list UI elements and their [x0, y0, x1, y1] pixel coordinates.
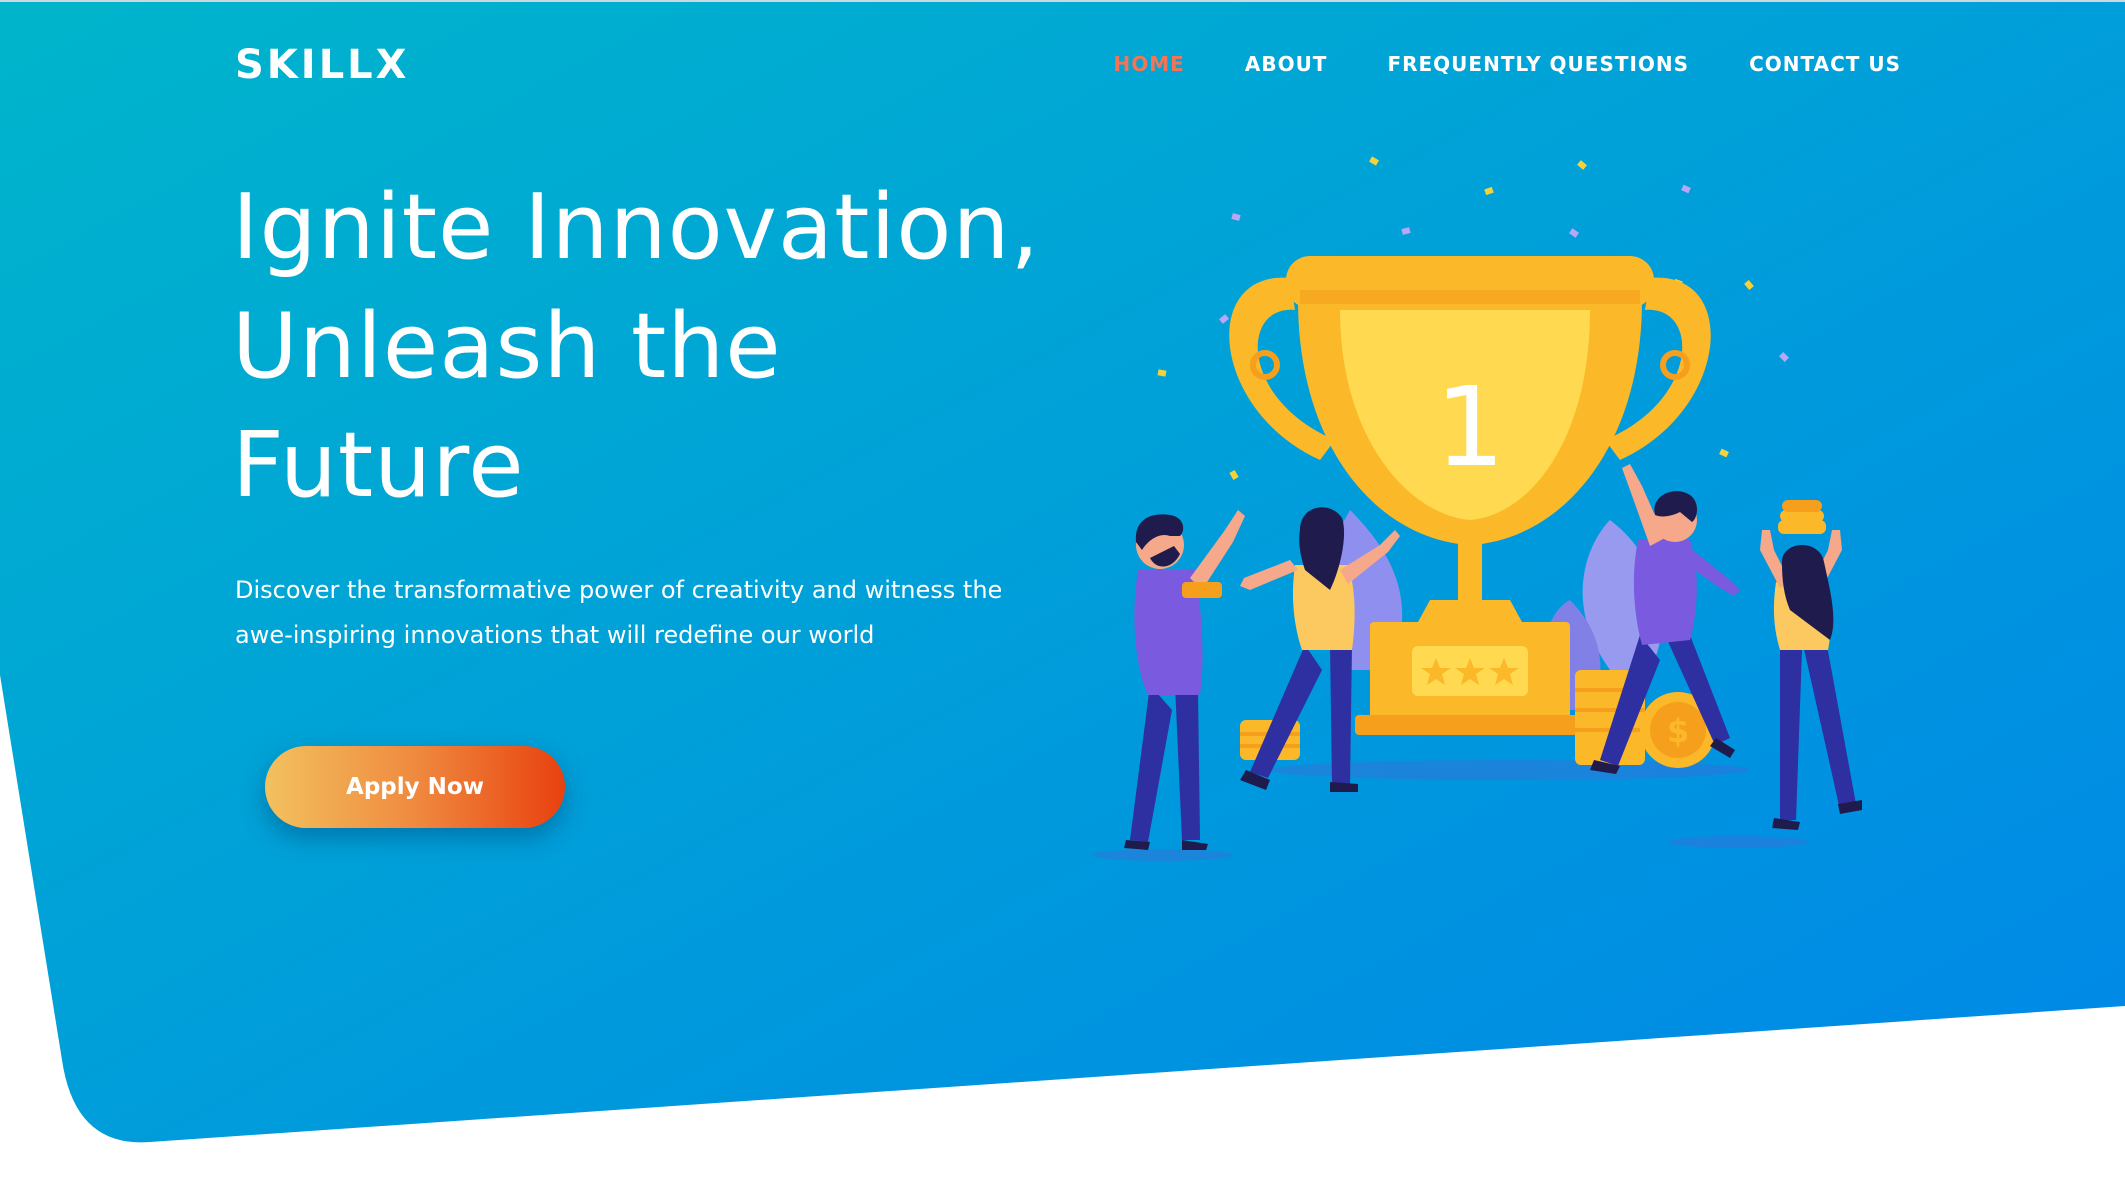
nav-item-home[interactable]: HOME	[1114, 46, 1185, 82]
apply-now-button[interactable]: Apply Now	[265, 746, 565, 828]
person-woman-right	[1760, 500, 1862, 830]
landing-page: SKILLX HOME ABOUT FREQUENTLY QUESTIONS C…	[0, 0, 2125, 1194]
main-nav: HOME ABOUT FREQUENTLY QUESTIONS CONTACT …	[1054, 46, 1901, 82]
nav-item-about[interactable]: ABOUT	[1245, 46, 1328, 82]
person-man-left	[1124, 510, 1245, 850]
svg-text:$: $	[1667, 712, 1689, 750]
brand-logo[interactable]: SKILLX	[235, 38, 410, 92]
trophy-illustration: 1 $	[1092, 156, 1862, 861]
headline-line-3: Future	[232, 413, 525, 518]
headline-line-2: Unleash the	[232, 294, 782, 399]
nav-item-contact-us[interactable]: CONTACT US	[1749, 46, 1901, 82]
nav-item-frequently-questions[interactable]: FREQUENTLY QUESTIONS	[1387, 46, 1689, 82]
hero-subtext: Discover the transformative power of cre…	[235, 576, 1003, 649]
trophy-number: 1	[1435, 363, 1505, 491]
headline-line-1: Ignite Innovation,	[232, 175, 1041, 280]
hero-headline: Ignite Innovation, Unleash the Future	[232, 168, 1072, 525]
